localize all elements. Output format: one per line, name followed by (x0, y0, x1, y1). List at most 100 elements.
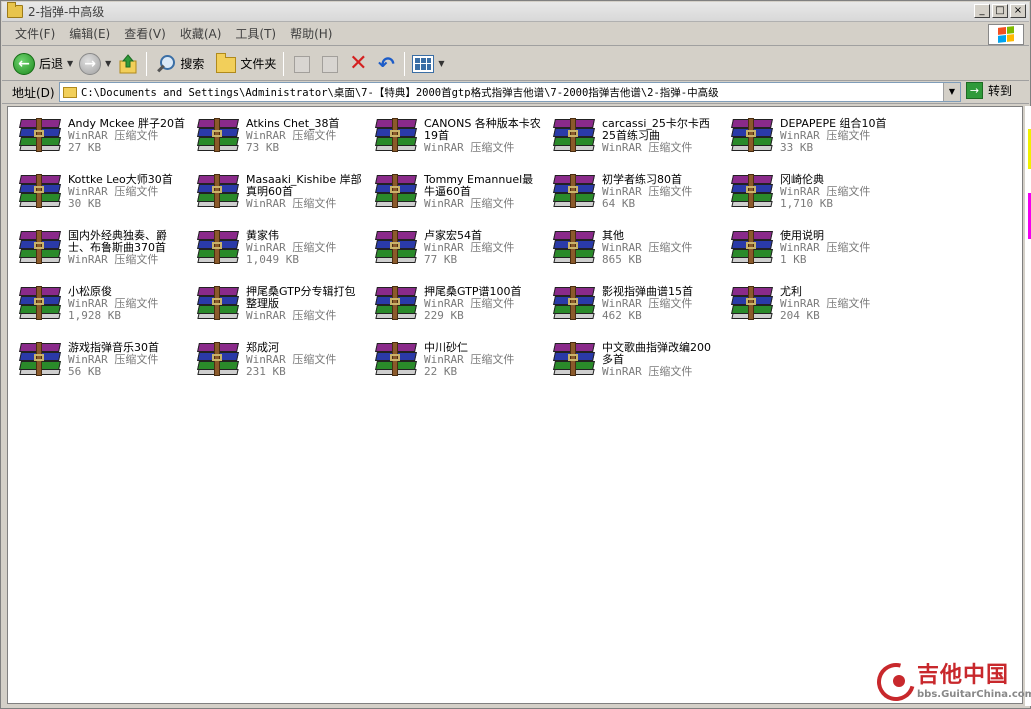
winrar-archive-icon (196, 286, 240, 322)
menu-file[interactable]: 文件(F) (8, 24, 62, 44)
file-item[interactable]: 押尾桑GTP分专辑打包整理版 WinRAR 压缩文件 (188, 283, 364, 335)
views-button[interactable]: ▼ (409, 50, 447, 78)
window-controls: _ □ × (974, 4, 1026, 18)
file-name: Tommy Emannuel最牛逼60首 (424, 173, 534, 198)
file-size: 1,049 KB (246, 253, 299, 266)
undo-button[interactable]: ↶ (372, 50, 400, 78)
search-icon (154, 53, 176, 75)
title-bar[interactable]: 2-指弹-中高级 _ □ × (2, 2, 1029, 22)
menu-view[interactable]: 查看(V) (117, 24, 173, 44)
file-item[interactable]: 郑成河 WinRAR 压缩文件 231 KB (188, 339, 364, 391)
menu-edit[interactable]: 编辑(E) (62, 24, 117, 44)
address-input[interactable]: C:\Documents and Settings\Administrator\… (59, 82, 961, 102)
winrar-archive-icon (730, 230, 774, 266)
winrar-archive-icon (730, 286, 774, 322)
copy-to-button[interactable] (316, 50, 344, 78)
file-item[interactable]: Atkins Chet_38首 WinRAR 压缩文件 73 KB (188, 115, 364, 167)
file-item[interactable]: 押尾桑GTP谱100首 WinRAR 压缩文件 229 KB (366, 283, 542, 335)
logo-dot (893, 675, 905, 687)
move-to-icon (291, 53, 313, 75)
forward-button[interactable]: → ▼ (76, 50, 114, 78)
file-name: 国内外经典独奏、爵士、布鲁斯曲370首 (68, 229, 167, 254)
forward-dropdown-icon[interactable]: ▼ (105, 59, 111, 68)
winrar-archive-icon (196, 174, 240, 210)
close-button[interactable]: × (1010, 4, 1026, 18)
file-text: 押尾桑GTP分专辑打包整理版 WinRAR 压缩文件 (246, 286, 364, 335)
file-name: Masaaki_Kishibe 岸部真明60首 (246, 173, 362, 198)
file-size: 1 KB (780, 253, 807, 266)
toolbar-separator (404, 51, 406, 76)
file-item[interactable]: Masaaki_Kishibe 岸部真明60首 WinRAR 压缩文件 (188, 171, 364, 223)
file-item[interactable]: 其他 WinRAR 压缩文件 865 KB (544, 227, 720, 279)
move-to-button[interactable] (288, 50, 316, 78)
file-item[interactable]: 影视指弹曲谱15首 WinRAR 压缩文件 462 KB (544, 283, 720, 335)
windows-flag-icon (998, 26, 1014, 43)
search-label: 搜索 (180, 57, 205, 71)
menu-tools[interactable]: 工具(T) (228, 24, 283, 44)
folders-icon (216, 53, 237, 73)
delete-button[interactable]: ✕ (344, 50, 372, 78)
folders-button[interactable]: 文件夹 (213, 50, 279, 78)
file-item[interactable]: DEPAPEPE 组合10首 WinRAR 压缩文件 33 KB (722, 115, 898, 167)
forward-arrow-icon: → (79, 52, 102, 75)
winrar-archive-icon (552, 342, 596, 378)
file-name: carcassi_25卡尔卡西25首练习曲 (602, 117, 710, 142)
file-item[interactable]: 卢家宏54首 WinRAR 压缩文件 77 KB (366, 227, 542, 279)
file-size: 229 KB (424, 309, 464, 322)
file-type: WinRAR 压缩文件 (602, 141, 693, 154)
file-text: 国内外经典独奏、爵士、布鲁斯曲370首 WinRAR 压缩文件 (68, 230, 186, 279)
winrar-archive-icon (552, 286, 596, 322)
winrar-archive-icon (18, 286, 62, 322)
up-button[interactable] (114, 50, 142, 78)
folders-label: 文件夹 (240, 57, 277, 71)
back-dropdown-icon[interactable]: ▼ (67, 59, 73, 68)
toolbar-separator (146, 51, 148, 76)
file-item[interactable]: Tommy Emannuel最牛逼60首 WinRAR 压缩文件 (366, 171, 542, 223)
go-button[interactable]: → 转到 (966, 82, 1012, 99)
watermark: 吉他中国 bbs.GuitarChina.com (870, 656, 1031, 708)
file-item[interactable]: 国内外经典独奏、爵士、布鲁斯曲370首 WinRAR 压缩文件 (10, 227, 186, 279)
minimize-button[interactable]: _ (974, 4, 990, 18)
file-item[interactable]: 尤利 WinRAR 压缩文件 204 KB (722, 283, 898, 335)
address-dropdown-icon[interactable]: ▼ (943, 83, 960, 101)
file-size: 204 KB (780, 309, 820, 322)
views-dropdown-icon[interactable]: ▼ (438, 59, 444, 68)
file-size: 77 KB (424, 253, 458, 266)
file-text: 其他 WinRAR 压缩文件 865 KB (602, 230, 720, 279)
file-text: CANONS 各种版本卡农19首 WinRAR 压缩文件 (424, 118, 542, 167)
file-item[interactable]: 中川砂仁 WinRAR 压缩文件 22 KB (366, 339, 542, 391)
winrar-archive-icon (196, 118, 240, 154)
file-text: Atkins Chet_38首 WinRAR 压缩文件 73 KB (246, 118, 364, 167)
address-label: 地址(D) (12, 86, 55, 100)
file-item[interactable]: 游戏指弹音乐30首 WinRAR 压缩文件 56 KB (10, 339, 186, 391)
file-text: 中川砂仁 WinRAR 压缩文件 22 KB (424, 342, 542, 391)
address-path[interactable]: C:\Documents and Settings\Administrator\… (81, 85, 719, 100)
file-item[interactable]: CANONS 各种版本卡农19首 WinRAR 压缩文件 (366, 115, 542, 167)
watermark-url: bbs.GuitarChina.com (917, 689, 1031, 700)
file-list[interactable]: Andy Mckee 胖子20首 WinRAR 压缩文件 27 KB Atkins C… (7, 106, 1023, 704)
file-item[interactable]: 初学者练习80首 WinRAR 压缩文件 64 KB (544, 171, 720, 223)
back-button[interactable]: ← 后退 ▼ (10, 50, 76, 78)
go-label: 转到 (988, 84, 1013, 98)
file-text: 尤利 WinRAR 压缩文件 204 KB (780, 286, 898, 335)
maximize-button[interactable]: □ (992, 4, 1008, 18)
file-item[interactable]: Kottke Leo大师30首 WinRAR 压缩文件 30 KB (10, 171, 186, 223)
search-button[interactable]: 搜索 (151, 50, 207, 78)
file-item[interactable]: 黄家伟 WinRAR 压缩文件 1,049 KB (188, 227, 364, 279)
file-item[interactable]: 冈崎伦典 WinRAR 压缩文件 1,710 KB (722, 171, 898, 223)
menu-favorites[interactable]: 收藏(A) (173, 24, 229, 44)
file-item[interactable]: Andy Mckee 胖子20首 WinRAR 压缩文件 27 KB (10, 115, 186, 167)
file-text: 郑成河 WinRAR 压缩文件 231 KB (246, 342, 364, 391)
file-item[interactable]: 使用说明 WinRAR 压缩文件 1 KB (722, 227, 898, 279)
file-item[interactable]: 小松原俊 WinRAR 压缩文件 1,928 KB (10, 283, 186, 335)
file-item[interactable]: carcassi_25卡尔卡西25首练习曲 WinRAR 压缩文件 (544, 115, 720, 167)
winrar-archive-icon (552, 174, 596, 210)
explorer-window: 2-指弹-中高级 _ □ × 文件(F) 编辑(E) 查看(V) 收藏(A) 工… (0, 0, 1031, 709)
file-size: 64 KB (602, 197, 636, 210)
file-type: WinRAR 压缩文件 (246, 197, 337, 210)
winrar-archive-icon (730, 118, 774, 154)
address-bar: 地址(D) C:\Documents and Settings\Administ… (2, 82, 1029, 104)
menu-help[interactable]: 帮助(H) (283, 24, 339, 44)
file-name: 中文歌曲指弹改编200多首 (602, 341, 711, 366)
file-item[interactable]: 中文歌曲指弹改编200多首 WinRAR 压缩文件 (544, 339, 720, 391)
